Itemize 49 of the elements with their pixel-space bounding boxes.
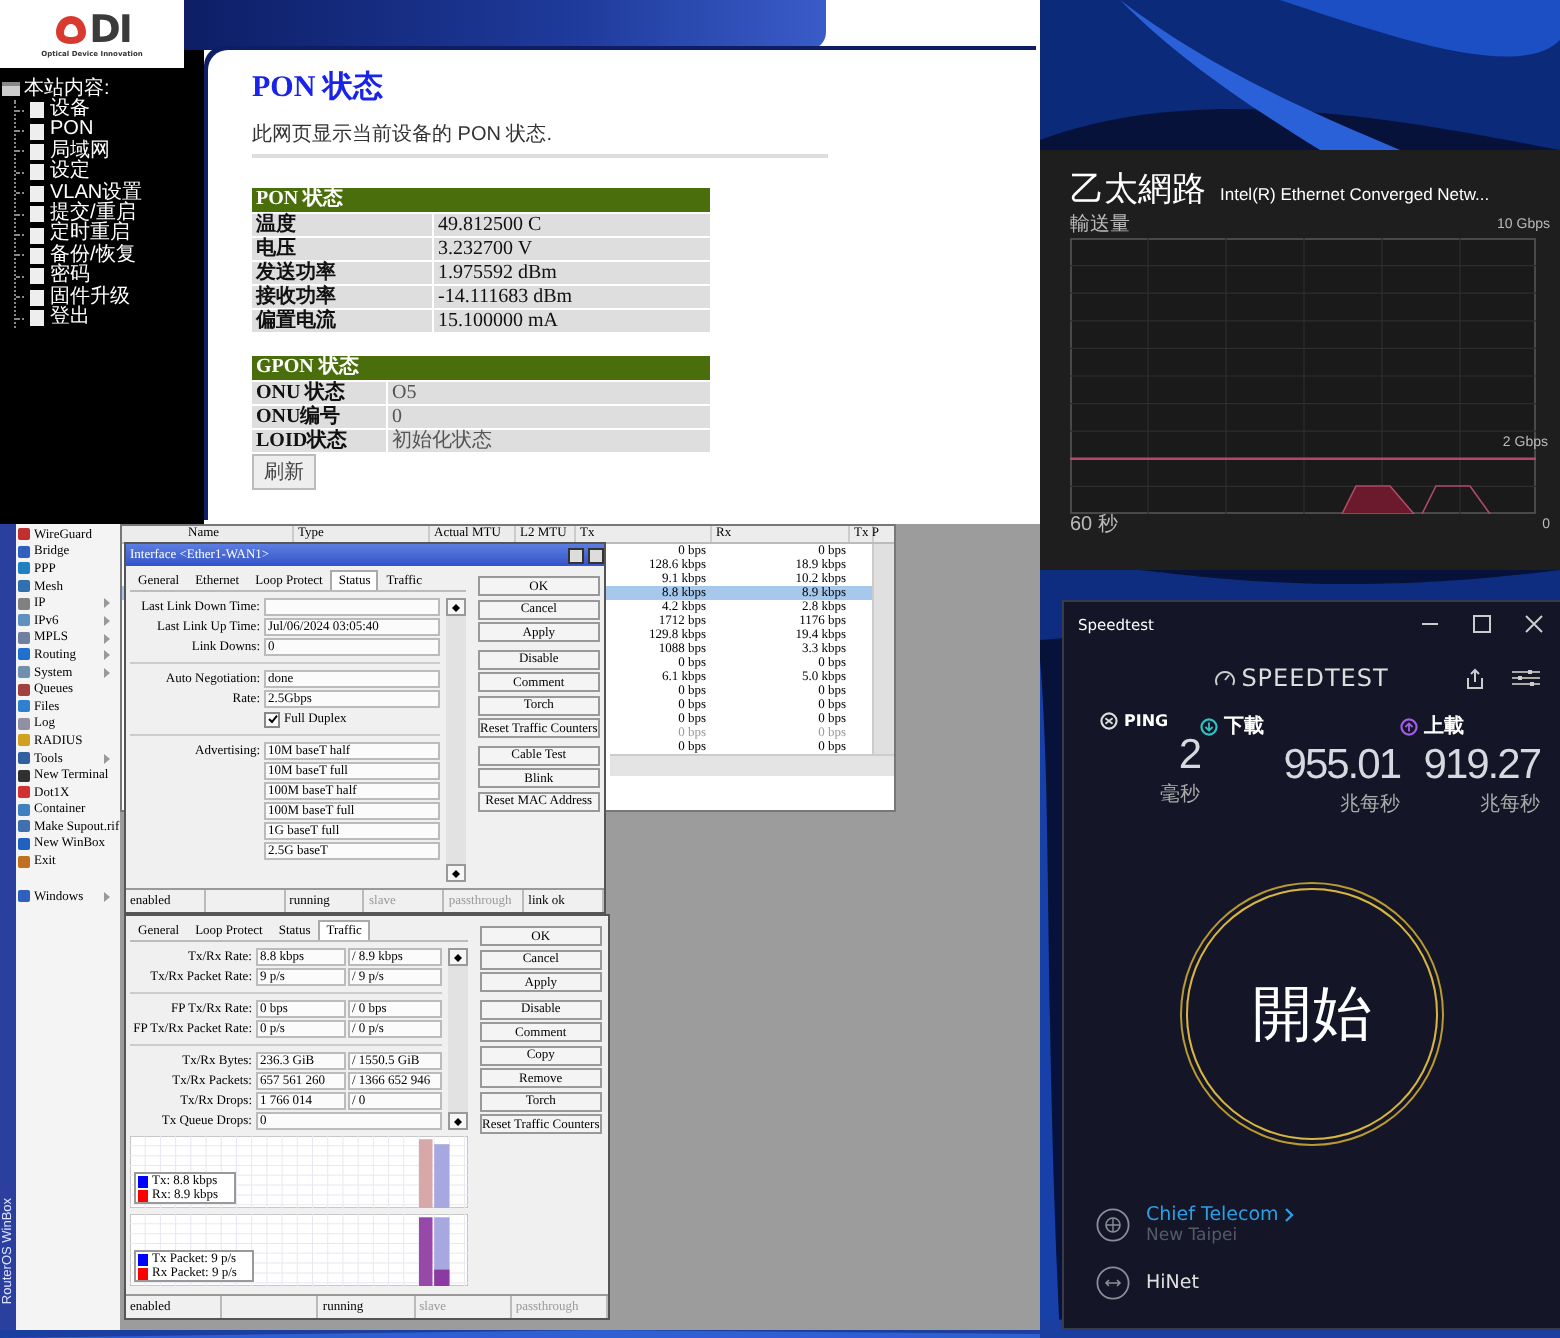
page-title: PON 状态 [252,68,385,106]
table-cell: ONU编号 [252,406,386,428]
folder-icon [2,82,20,96]
table-cell: O5 [388,382,710,404]
table-heading: PON 状态 [252,188,710,212]
chart-label: 輸送量 [1070,214,1130,236]
sidebar-link[interactable]: 设备 [50,100,90,121]
sidebar-link[interactable]: VLAN设置 [50,183,143,204]
table-cell: 初始化状态 [388,430,710,452]
scroll-arrow-icon[interactable] [452,869,460,877]
sidebar-link[interactable]: 设定 [50,162,90,184]
table-cell: ONU 状态 [252,382,386,404]
table-cell: 49.812500 C [434,214,710,236]
adapter-name: Intel(R) Ethernet Converged Netw... [1220,184,1490,204]
sidebar-link[interactable]: 固件升级 [50,287,130,308]
sidebar-link[interactable]: 密码 [50,266,90,288]
table-cell: 15.100000 mA [434,310,710,332]
page-description: 此网页显示当前设备的 PON 状态. [252,120,828,158]
table-cell: 电压 [252,238,432,260]
scrollbar[interactable] [872,544,894,754]
scroll-arrow-icon[interactable] [452,603,460,611]
table-cell: 0 [388,406,710,428]
sidebar-link[interactable]: PON [50,120,94,142]
table-cell: 发送功率 [252,262,432,284]
scrollbar[interactable] [610,754,894,776]
time-label: 60 秒 [1070,514,1118,538]
logo-icon [53,14,88,46]
sidebar-link[interactable]: 登出 [50,307,90,329]
table-cell: 温度 [252,214,432,236]
checkbox[interactable] [264,711,280,727]
refresh-button[interactable]: 刷新 [252,454,316,490]
scroll-arrow-icon[interactable] [454,953,462,961]
logo-text: DI [89,11,131,49]
scrollbar[interactable] [448,948,468,1130]
table-cell: -14.111683 dBm [434,286,710,308]
maximize-icon[interactable] [568,547,584,563]
table-cell: 接收功率 [252,286,432,308]
panel-title: 乙太網路 [1070,168,1206,212]
input-field[interactable] [264,598,440,616]
scroll-arrow-icon[interactable] [454,1117,462,1125]
scrollbar[interactable] [446,598,466,882]
table-cell: 3.232700 V [434,238,710,260]
table-cell: 1.975592 dBm [434,262,710,284]
table-heading: GPON 状态 [252,356,710,380]
app-icon [18,890,30,903]
table-cell: LOID状态 [252,430,386,452]
sidebar-title: 本站内容: [24,78,110,100]
table-cell: 偏置电流 [252,310,432,332]
sidebar-link[interactable]: 定时重启 [50,224,130,246]
